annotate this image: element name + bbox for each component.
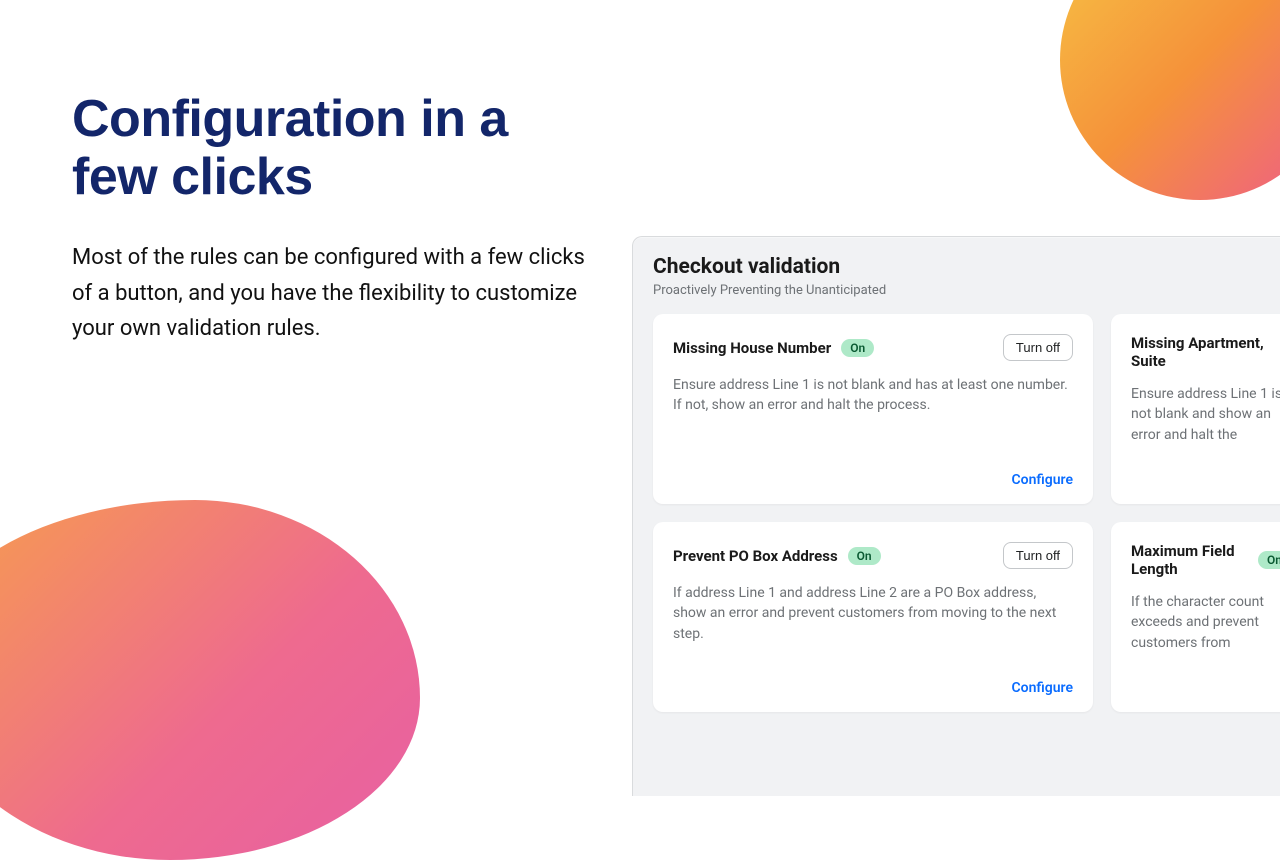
card-title: Missing Apartment, Suite (1131, 334, 1280, 370)
rule-card-prevent-po-box: Prevent PO Box Address On Turn off If ad… (653, 522, 1093, 712)
configure-link[interactable]: Configure (1012, 472, 1073, 488)
card-title: Missing House Number (673, 339, 831, 357)
card-header: Missing House Number On Turn off (673, 334, 1073, 361)
hero-headline: Configuration in a few clicks (72, 90, 592, 206)
card-footer: Configure (673, 677, 1073, 696)
card-footer: Configure (673, 469, 1073, 488)
cards-column-2: Missing Apartment, Suite Ensure address … (1111, 314, 1280, 712)
cards-grid: Missing House Number On Turn off Ensure … (653, 314, 1280, 712)
rule-card-max-field-length: Maximum Field Length On If the character… (1111, 522, 1280, 712)
panel-subtitle: Proactively Preventing the Unanticipated (653, 283, 1280, 298)
card-description: Ensure address Line 1 is not blank and h… (673, 375, 1073, 457)
validation-panel: Checkout validation Proactively Preventi… (632, 236, 1280, 796)
rule-card-missing-house-number: Missing House Number On Turn off Ensure … (653, 314, 1093, 504)
status-badge-on: On (848, 547, 881, 565)
card-title: Maximum Field Length (1131, 542, 1248, 578)
card-header: Maximum Field Length On (1131, 542, 1280, 578)
card-header: Missing Apartment, Suite (1131, 334, 1280, 370)
cards-column-1: Missing House Number On Turn off Ensure … (653, 314, 1093, 712)
configure-link[interactable]: Configure (1012, 680, 1073, 696)
card-description: Ensure address Line 1 is not blank and s… (1131, 384, 1280, 488)
decorative-blob-bottom (0, 500, 420, 860)
turn-off-button[interactable]: Turn off (1003, 334, 1073, 361)
status-badge-on: On (1258, 551, 1280, 569)
hero-subtext: Most of the rules can be configured with… (72, 240, 592, 346)
hero-section: Configuration in a few clicks Most of th… (72, 90, 592, 346)
rule-card-missing-apartment: Missing Apartment, Suite Ensure address … (1111, 314, 1280, 504)
panel-title: Checkout validation (653, 255, 1280, 279)
turn-off-button[interactable]: Turn off (1003, 542, 1073, 569)
decorative-blob-top (1060, 0, 1280, 200)
card-title: Prevent PO Box Address (673, 547, 838, 565)
card-header: Prevent PO Box Address On Turn off (673, 542, 1073, 569)
status-badge-on: On (841, 339, 874, 357)
card-description: If the character count exceeds and preve… (1131, 592, 1280, 696)
card-description: If address Line 1 and address Line 2 are… (673, 583, 1073, 665)
